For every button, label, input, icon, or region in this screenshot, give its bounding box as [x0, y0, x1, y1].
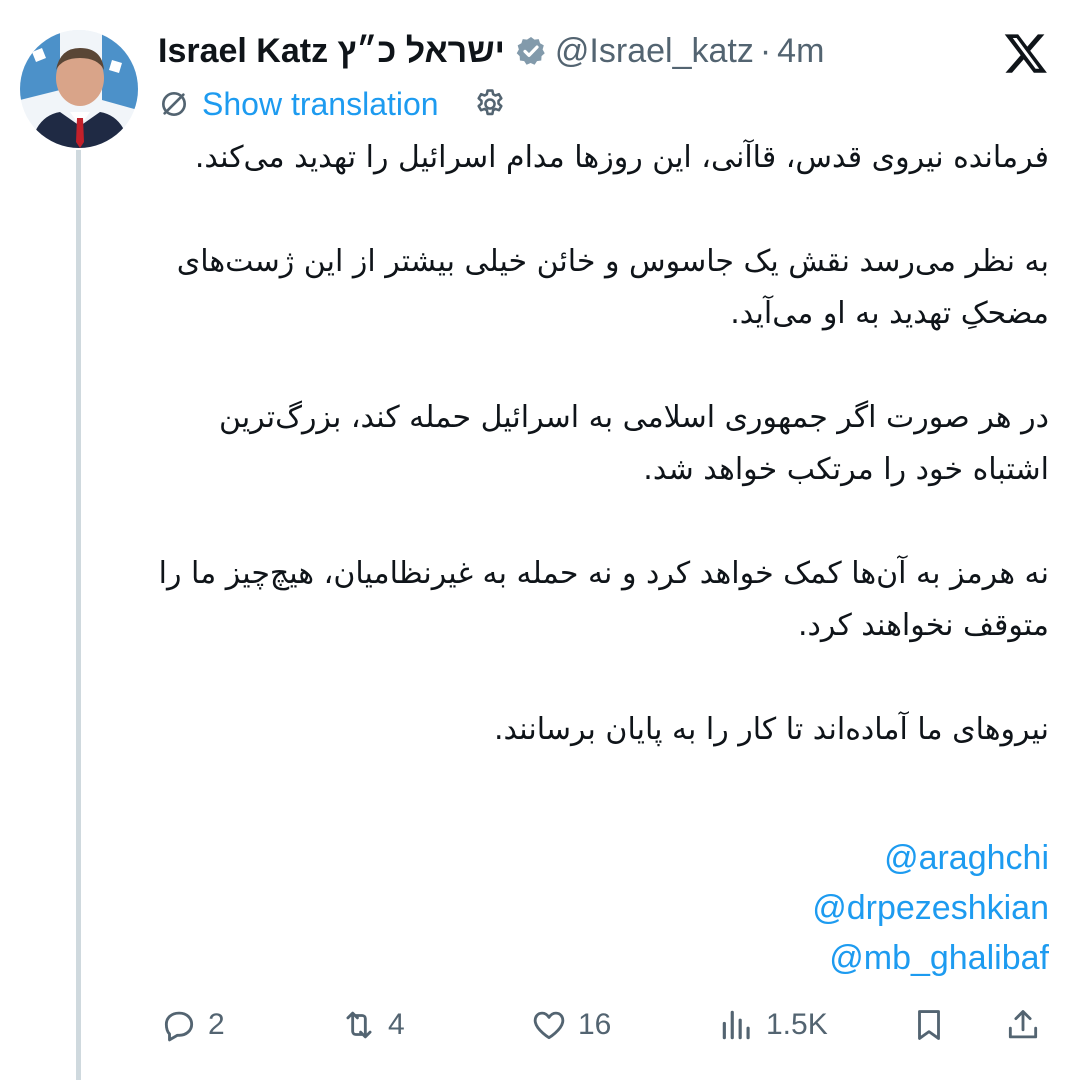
- timestamp[interactable]: 4m: [777, 32, 824, 71]
- verified-badge-icon: [515, 35, 547, 67]
- translate-icon: [158, 88, 190, 120]
- tweet-paragraph: نه هرمز به آن‌ها کمک خواهد کرد و نه حمله…: [158, 556, 1049, 643]
- tweet-paragraph: به نظر می‌رسد نقش یک جاسوس و خائن خیلی ب…: [176, 244, 1049, 331]
- show-translation-link[interactable]: Show translation: [202, 86, 439, 123]
- tweet-paragraph: در هر صورت اگر جمهوری اسلامی به اسرائیل …: [219, 400, 1049, 487]
- bookmark-button[interactable]: [910, 1006, 948, 1044]
- mention-link[interactable]: @araghchi: [812, 833, 1049, 883]
- reply-icon: [164, 1011, 194, 1042]
- repost-count: 4: [388, 1008, 405, 1041]
- like-icon: [533, 1011, 565, 1040]
- views-count: 1.5K: [766, 1008, 828, 1041]
- mentions-list: @araghchi @drpezeshkian @mb_ghalibaf: [812, 833, 1049, 983]
- author-handle[interactable]: @Israel_katz: [555, 32, 754, 71]
- author-name[interactable]: Israel Katz ישראל כ״ץ: [158, 32, 505, 71]
- separator-dot: ·: [759, 31, 772, 70]
- reply-count: 2: [208, 1008, 225, 1041]
- avatar[interactable]: [20, 30, 138, 148]
- views-button[interactable]: 1.5K: [718, 1006, 828, 1044]
- bookmark-icon: [918, 1010, 940, 1040]
- mention-link[interactable]: @mb_ghalibaf: [812, 933, 1049, 983]
- thread-line: [76, 150, 81, 1080]
- repost-button[interactable]: 4: [340, 1006, 405, 1044]
- tweet-paragraph: نیروهای ما آماده‌اند تا کار را به پایان …: [494, 712, 1049, 747]
- x-logo-icon[interactable]: [1003, 30, 1049, 76]
- reply-button[interactable]: 2: [160, 1006, 225, 1044]
- action-bar: 2 4 16 1.5K: [158, 1000, 1051, 1050]
- like-count: 16: [578, 1008, 612, 1041]
- gear-icon[interactable]: [473, 87, 507, 121]
- mention-link[interactable]: @drpezeshkian: [812, 883, 1049, 933]
- tweet-paragraph: فرمانده نیروی قدس، قاآنی، این روزها مدام…: [194, 140, 1049, 175]
- tweet-card: Israel Katz ישראל כ״ץ @Israel_katz · 4m …: [0, 0, 1071, 1080]
- repost-icon: [346, 1011, 372, 1039]
- like-button[interactable]: 16: [530, 1006, 611, 1044]
- avatar-photo: [20, 30, 138, 148]
- tweet-header: Israel Katz ישראל כ״ץ @Israel_katz · 4m: [158, 24, 1051, 78]
- share-button[interactable]: [1004, 1006, 1042, 1044]
- tweet-text: فرمانده نیروی قدس، قاآنی، این روزها مدام…: [150, 132, 1049, 808]
- views-icon: [722, 1010, 750, 1040]
- translation-row: Show translation: [158, 82, 507, 126]
- share-icon: [1008, 1010, 1038, 1039]
